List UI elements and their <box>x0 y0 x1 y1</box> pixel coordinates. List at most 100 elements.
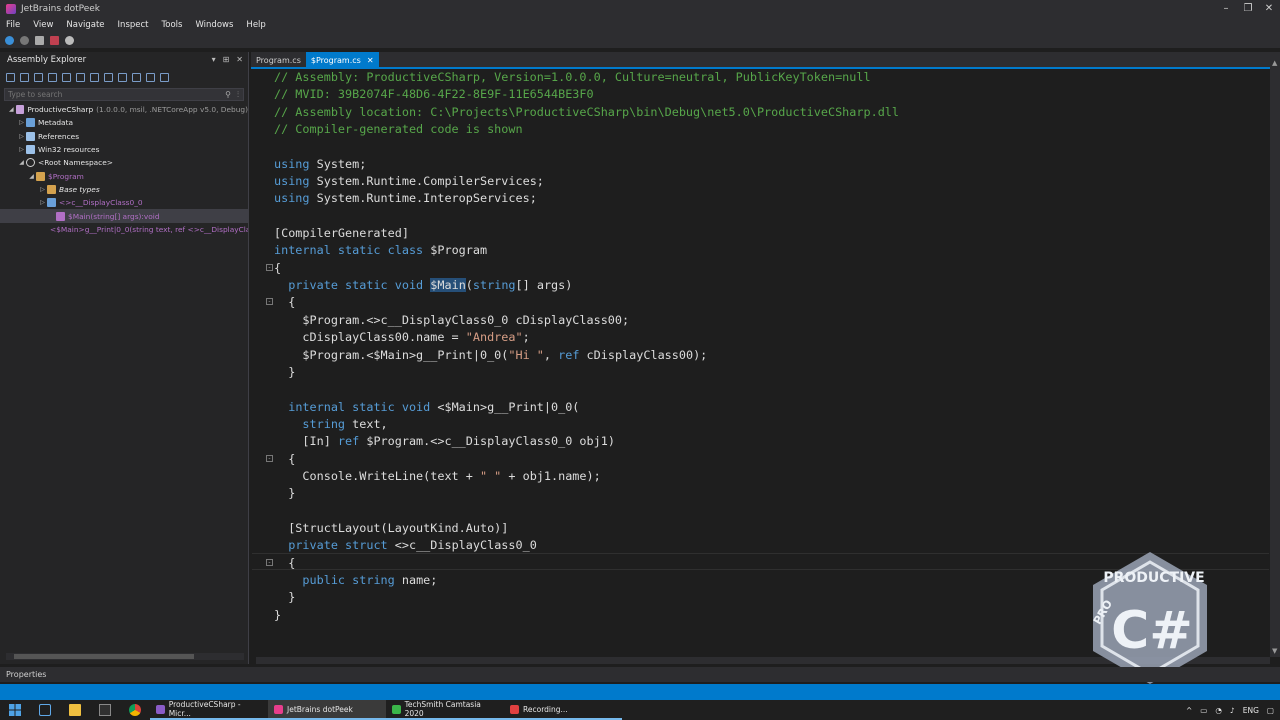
fold-toggle-icon[interactable]: - <box>266 298 273 305</box>
expand-arrow-icon[interactable]: ▷ <box>17 146 26 153</box>
close-button[interactable]: ✕ <box>1258 0 1280 17</box>
panel-close-icon[interactable]: ✕ <box>236 55 243 64</box>
tree-item-main-method[interactable]: $Main(string[] args):void <box>0 209 248 223</box>
forward-icon[interactable] <box>20 35 29 45</box>
code-token: // Compiler-generated code is shown <box>274 122 523 137</box>
open-nuget-icon[interactable] <box>48 72 57 82</box>
group-icon[interactable] <box>76 72 85 82</box>
tray-language[interactable]: ENG <box>1243 706 1259 715</box>
file-explorer-icon[interactable] <box>69 704 81 716</box>
scroll-up-icon[interactable]: ▲ <box>1272 59 1277 67</box>
menu-inspect[interactable]: Inspect <box>118 20 149 30</box>
copy-icon[interactable] <box>146 72 155 82</box>
search-options-icon[interactable]: ⫶ <box>237 90 239 100</box>
code-token: { <box>274 260 282 275</box>
tab-program-cs[interactable]: Program.cs <box>251 52 306 68</box>
menu-navigate[interactable]: Navigate <box>66 20 104 30</box>
code-token: $Program.<$Main>g__Print|0_0( <box>274 347 509 362</box>
menu-bar: File View Navigate Inspect Tools Windows… <box>0 17 1280 32</box>
explorer-horizontal-scrollbar[interactable] <box>6 653 244 660</box>
collapse-arrow-icon[interactable]: ◢ <box>17 159 26 166</box>
search-icon[interactable]: ⚲ <box>225 90 231 100</box>
expand-arrow-icon[interactable]: ▷ <box>17 119 26 126</box>
open-folder-icon[interactable] <box>20 72 29 82</box>
back-icon[interactable] <box>5 35 14 45</box>
menu-view[interactable]: View <box>33 20 53 30</box>
open-gac-icon[interactable] <box>34 72 43 82</box>
tray-overflow-icon[interactable]: ^ <box>1186 706 1192 715</box>
fold-toggle-icon[interactable]: - <box>266 264 273 271</box>
expand-icon[interactable] <box>118 72 127 82</box>
collapse-icon[interactable] <box>104 72 113 82</box>
scroll-down-icon[interactable]: ▼ <box>1272 647 1277 655</box>
tree-item-print-method[interactable]: <$Main>g__Print|0_0(string text, ref <>c… <box>0 223 248 236</box>
taskbar-app-dotpeek[interactable]: JetBrains dotPeek <box>268 700 386 720</box>
tray-volume-icon[interactable]: ♪ <box>1230 706 1235 715</box>
filter-icon[interactable] <box>90 72 99 82</box>
tree-item-display-class[interactable]: ▷ <>c__DisplayClass0_0 <box>0 196 248 209</box>
tree-item-references[interactable]: ▷ References <box>0 130 248 143</box>
chrome-icon[interactable] <box>129 704 141 716</box>
visual-studio-icon <box>156 704 165 714</box>
expand-arrow-icon[interactable]: ▷ <box>17 133 26 140</box>
code-line: { <box>274 260 899 277</box>
collapse-arrow-icon[interactable]: ◢ <box>7 106 16 113</box>
windows-start-icon[interactable] <box>9 704 21 716</box>
menu-tools[interactable]: Tools <box>162 20 183 30</box>
open-icon[interactable] <box>35 35 44 45</box>
code-token: $Main <box>430 278 466 293</box>
open-file-icon[interactable] <box>6 72 15 82</box>
tray-network-icon[interactable]: ◔ <box>1215 706 1222 715</box>
taskbar-app-recording[interactable]: Recording... <box>504 700 622 720</box>
code-token: ref <box>337 434 360 449</box>
code-line: [CompilerGenerated] <box>274 225 899 242</box>
code-token: } <box>274 486 296 501</box>
assembly-icon[interactable] <box>50 35 59 45</box>
fold-toggle-icon[interactable]: - <box>266 559 273 566</box>
tree-item-assembly[interactable]: ◢ ProductiveCSharp (1.0.0.0, msil, .NETC… <box>0 103 248 116</box>
panel-menu-icon[interactable]: ▾ <box>212 55 216 64</box>
recorder-icon <box>510 704 519 714</box>
properties-panel-tab[interactable]: Properties <box>0 667 1280 682</box>
method-icon <box>56 211 65 221</box>
tree-item-base-types[interactable]: ▷ Base types <box>0 183 248 196</box>
code-line: string text, <box>274 416 899 433</box>
code-line: { <box>274 555 899 572</box>
namespace-icon <box>26 158 35 168</box>
tree-item-metadata[interactable]: ▷ Metadata <box>0 116 248 129</box>
task-view-icon[interactable] <box>39 704 51 716</box>
tree-item-program-class[interactable]: ◢ $Program <box>0 169 248 182</box>
fold-toggle-icon[interactable]: - <box>266 455 273 462</box>
tree-item-root-namespace[interactable]: ◢ <Root Namespace> <box>0 156 248 169</box>
maximize-button[interactable]: ❐ <box>1237 0 1259 17</box>
struct-icon <box>47 198 56 208</box>
minimize-button[interactable]: – <box>1215 0 1237 17</box>
collapse-arrow-icon[interactable]: ◢ <box>27 173 36 180</box>
camtasia-icon <box>392 704 401 714</box>
taskbar-app-camtasia[interactable]: TechSmith Camtasia 2020 <box>386 700 504 720</box>
scrollbar-thumb[interactable] <box>14 654 194 659</box>
code-token: text, <box>345 416 388 431</box>
menu-help[interactable]: Help <box>246 20 265 30</box>
menu-file[interactable]: File <box>6 20 20 30</box>
notification-icon[interactable]: ▢ <box>1267 706 1274 715</box>
expand-arrow-icon[interactable]: ▷ <box>38 186 47 193</box>
paste-icon[interactable] <box>160 72 169 82</box>
export-icon[interactable] <box>132 72 141 82</box>
tab-dollar-program-cs[interactable]: $Program.cs ✕ <box>305 52 379 68</box>
tab-close-icon[interactable]: ✕ <box>367 56 374 65</box>
settings-icon[interactable] <box>65 35 74 45</box>
editor-vertical-scrollbar[interactable]: ▲ ▼ <box>1270 57 1280 657</box>
tray-battery-icon[interactable]: ▭ <box>1200 706 1207 715</box>
taskbar-app-label: TechSmith Camtasia 2020 <box>404 700 481 718</box>
taskbar-app-visual-studio[interactable]: ProductiveCSharp - Micr... <box>150 700 268 720</box>
tree-item-win32-resources[interactable]: ▷ Win32 resources <box>0 143 248 156</box>
panel-pin-icon[interactable]: ⊞ <box>223 55 230 64</box>
search-input[interactable] <box>5 90 205 99</box>
terminal-icon[interactable] <box>99 704 111 716</box>
sort-icon[interactable] <box>62 72 71 82</box>
menu-windows[interactable]: Windows <box>195 20 233 30</box>
expand-arrow-icon[interactable]: ▷ <box>38 199 47 206</box>
tree-item-label: <$Main>g__Print|0_0(string text, ref <>c… <box>50 224 248 234</box>
